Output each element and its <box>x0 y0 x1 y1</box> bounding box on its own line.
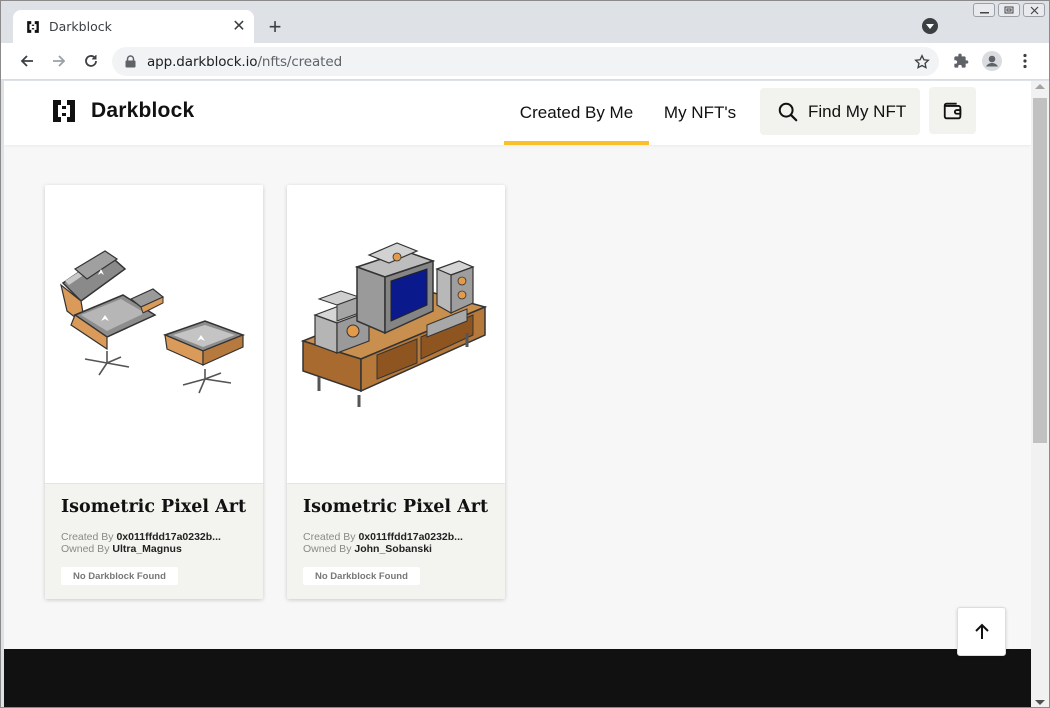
created-by-label: Created By <box>61 531 114 543</box>
bookmark-star-icon[interactable] <box>913 53 930 70</box>
owner-name: John_Sobanski <box>354 543 432 555</box>
owned-by-row: Owned By John_Sobanski <box>303 543 463 555</box>
status-badge: No Darkblock Found <box>303 567 420 585</box>
url-text: app.darkblock.io/nfts/created <box>147 54 342 70</box>
tab-search-icon[interactable] <box>922 18 938 34</box>
browser-menu-icon[interactable] <box>1015 51 1035 71</box>
card-details: Isometric Pixel Art ... Created By 0x011… <box>45 483 263 599</box>
darkblock-favicon-icon <box>26 20 40 34</box>
wallet-icon <box>943 102 961 119</box>
created-by-row: Created By 0x011ffdd17a0232b... <box>303 531 463 543</box>
forward-arrow-icon[interactable] <box>49 51 69 71</box>
arrow-up-icon <box>974 623 989 639</box>
tab-close-icon[interactable]: ✕ <box>230 18 248 36</box>
owned-by-label: Owned By <box>61 543 110 555</box>
lounge-chair-illustration <box>60 250 246 394</box>
created-by-address: 0x011ffdd17a0232b... <box>358 531 463 543</box>
nft-card[interactable]: Isometric Pixel Art ... Created By 0x011… <box>45 185 263 599</box>
card-title[interactable]: Isometric Pixel Art ... <box>61 497 251 517</box>
nav-my-nfts[interactable]: My NFT's <box>655 81 745 145</box>
darkblock-logo-icon <box>53 100 75 122</box>
tab-darkblock[interactable]: Darkblock ✕ <box>13 10 254 43</box>
owner-name: Ultra_Magnus <box>112 543 182 555</box>
close-window-button[interactable] <box>1023 3 1045 17</box>
find-my-nft-label: Find My NFT <box>808 101 907 121</box>
profile-avatar-icon[interactable] <box>982 51 1002 71</box>
nft-image-lounge-chair[interactable] <box>45 185 263 483</box>
page-footer <box>4 649 1031 707</box>
owned-by-row: Owned By Ultra_Magnus <box>61 543 221 555</box>
new-tab-button[interactable]: + <box>263 14 287 39</box>
address-bar[interactable]: app.darkblock.io/nfts/created <box>112 47 939 76</box>
app-header: Darkblock Created By Me My NFT's Find My… <box>4 81 1031 145</box>
browser-toolbar: app.darkblock.io/nfts/created <box>1 43 1049 80</box>
lock-icon[interactable] <box>123 55 137 69</box>
nft-card[interactable]: Isometric Pixel Art ... Created By 0x011… <box>287 185 505 599</box>
back-arrow-icon[interactable] <box>17 51 37 71</box>
scroll-down-arrow-icon[interactable] <box>1035 700 1045 705</box>
back-to-top-button[interactable] <box>957 607 1006 656</box>
status-badge: No Darkblock Found <box>61 567 178 585</box>
extensions-puzzle-icon[interactable] <box>951 51 971 71</box>
brand-name: Darkblock <box>91 99 195 122</box>
page-viewport: Darkblock Created By Me My NFT's Find My… <box>4 81 1031 707</box>
created-by-address: 0x011ffdd17a0232b... <box>116 531 221 543</box>
brand[interactable]: Darkblock <box>52 99 194 123</box>
owned-by-label: Owned By <box>303 543 352 555</box>
vertical-scrollbar[interactable] <box>1031 81 1049 707</box>
restore-button[interactable] <box>998 3 1020 17</box>
tab-title: Darkblock <box>49 19 112 34</box>
card-title[interactable]: Isometric Pixel Art ... <box>303 497 493 517</box>
tab-strip: Darkblock ✕ + <box>1 1 1049 43</box>
url-host: app.darkblock.io <box>147 53 258 70</box>
nft-image-tv-stereo[interactable] <box>287 185 505 483</box>
url-path: /nfts/created <box>257 53 343 70</box>
browser-window: Darkblock ✕ + app.darkblock.io/nfts/crea… <box>0 0 1050 708</box>
scroll-thumb[interactable] <box>1033 98 1047 443</box>
window-controls <box>973 3 1045 17</box>
created-by-label: Created By <box>303 531 356 543</box>
reload-icon[interactable] <box>81 51 101 71</box>
find-my-nft-button[interactable]: Find My NFT <box>760 88 920 135</box>
created-by-row: Created By 0x011ffdd17a0232b... <box>61 531 221 543</box>
minimize-button[interactable] <box>973 3 995 17</box>
nav-created-by-me[interactable]: Created By Me <box>504 81 649 145</box>
wallet-button[interactable] <box>929 87 976 134</box>
card-details: Isometric Pixel Art ... Created By 0x011… <box>287 483 505 599</box>
scroll-up-arrow-icon[interactable] <box>1035 84 1045 89</box>
search-icon <box>778 102 798 121</box>
tv-stereo-illustration <box>300 242 488 407</box>
